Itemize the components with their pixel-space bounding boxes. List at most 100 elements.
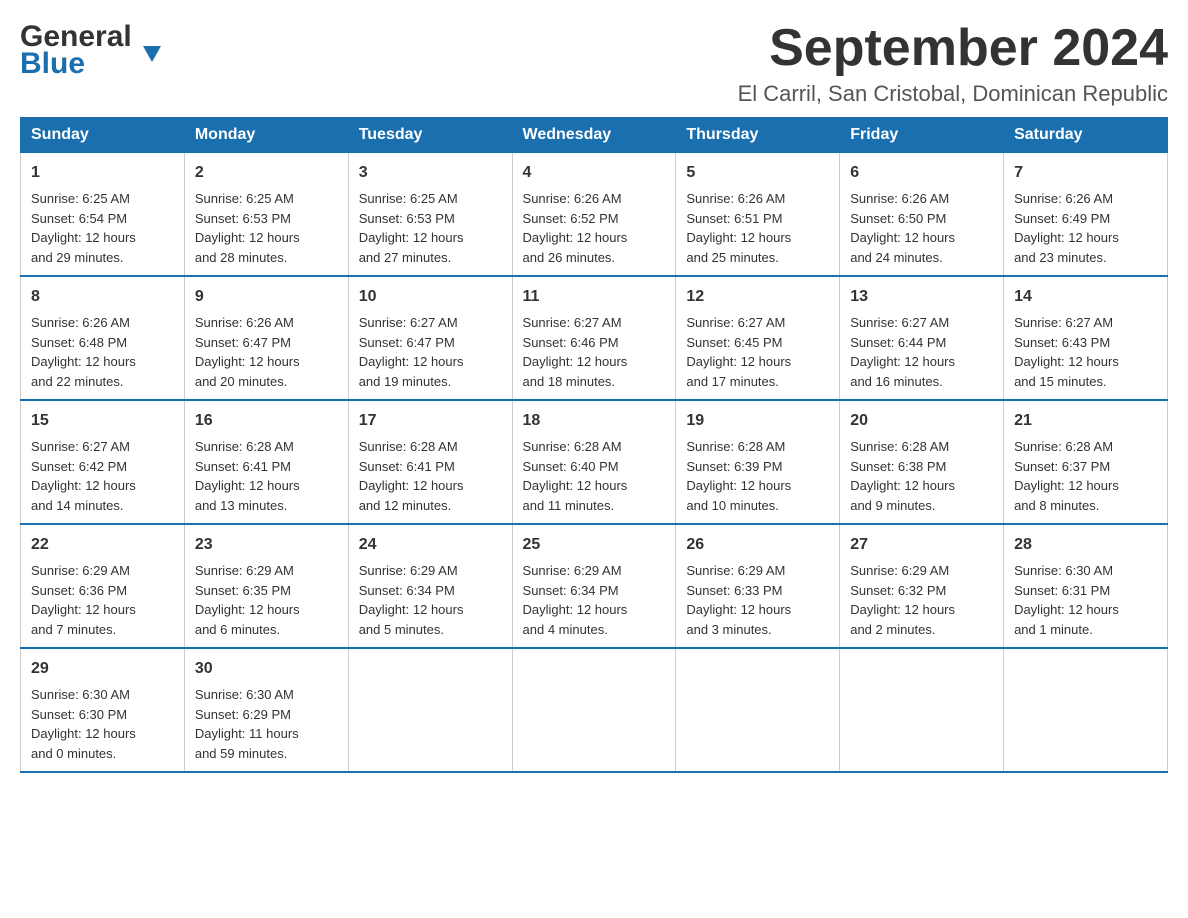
calendar-cell: 5 Sunrise: 6:26 AMSunset: 6:51 PMDayligh… [676,153,840,277]
day-number: 1 [31,161,174,185]
day-number: 20 [850,409,993,433]
week-row-5: 29 Sunrise: 6:30 AMSunset: 6:30 PMDaylig… [21,648,1168,772]
day-info: Sunrise: 6:30 AMSunset: 6:29 PMDaylight:… [195,687,299,761]
calendar-cell: 23 Sunrise: 6:29 AMSunset: 6:35 PMDaylig… [184,524,348,648]
day-number: 14 [1014,285,1157,309]
calendar-cell: 6 Sunrise: 6:26 AMSunset: 6:50 PMDayligh… [840,153,1004,277]
day-info: Sunrise: 6:26 AMSunset: 6:50 PMDaylight:… [850,191,955,265]
calendar-cell [512,648,676,772]
calendar-cell: 13 Sunrise: 6:27 AMSunset: 6:44 PMDaylig… [840,276,1004,400]
header-wednesday: Wednesday [512,118,676,153]
day-number: 8 [31,285,174,309]
day-number: 13 [850,285,993,309]
day-number: 26 [686,533,829,557]
day-info: Sunrise: 6:26 AMSunset: 6:48 PMDaylight:… [31,315,136,389]
calendar-cell: 20 Sunrise: 6:28 AMSunset: 6:38 PMDaylig… [840,400,1004,524]
day-number: 6 [850,161,993,185]
calendar-cell: 27 Sunrise: 6:29 AMSunset: 6:32 PMDaylig… [840,524,1004,648]
day-number: 7 [1014,161,1157,185]
day-info: Sunrise: 6:27 AMSunset: 6:44 PMDaylight:… [850,315,955,389]
day-number: 24 [359,533,502,557]
day-number: 28 [1014,533,1157,557]
day-info: Sunrise: 6:29 AMSunset: 6:33 PMDaylight:… [686,563,791,637]
calendar-cell: 25 Sunrise: 6:29 AMSunset: 6:34 PMDaylig… [512,524,676,648]
day-number: 30 [195,657,338,681]
day-number: 3 [359,161,502,185]
calendar-cell: 14 Sunrise: 6:27 AMSunset: 6:43 PMDaylig… [1004,276,1168,400]
calendar-cell: 8 Sunrise: 6:26 AMSunset: 6:48 PMDayligh… [21,276,185,400]
day-info: Sunrise: 6:29 AMSunset: 6:34 PMDaylight:… [523,563,628,637]
day-number: 10 [359,285,502,309]
header-friday: Friday [840,118,1004,153]
day-info: Sunrise: 6:26 AMSunset: 6:47 PMDaylight:… [195,315,300,389]
day-info: Sunrise: 6:29 AMSunset: 6:34 PMDaylight:… [359,563,464,637]
calendar-cell: 12 Sunrise: 6:27 AMSunset: 6:45 PMDaylig… [676,276,840,400]
day-number: 2 [195,161,338,185]
day-info: Sunrise: 6:26 AMSunset: 6:52 PMDaylight:… [523,191,628,265]
day-number: 15 [31,409,174,433]
day-info: Sunrise: 6:28 AMSunset: 6:41 PMDaylight:… [359,439,464,513]
month-title: September 2024 [738,20,1168,77]
day-number: 11 [523,285,666,309]
day-number: 27 [850,533,993,557]
day-number: 25 [523,533,666,557]
day-info: Sunrise: 6:27 AMSunset: 6:47 PMDaylight:… [359,315,464,389]
day-info: Sunrise: 6:27 AMSunset: 6:43 PMDaylight:… [1014,315,1119,389]
day-number: 5 [686,161,829,185]
day-info: Sunrise: 6:28 AMSunset: 6:39 PMDaylight:… [686,439,791,513]
day-info: Sunrise: 6:25 AMSunset: 6:53 PMDaylight:… [195,191,300,265]
day-info: Sunrise: 6:26 AMSunset: 6:49 PMDaylight:… [1014,191,1119,265]
day-info: Sunrise: 6:28 AMSunset: 6:41 PMDaylight:… [195,439,300,513]
day-number: 17 [359,409,502,433]
calendar-cell: 30 Sunrise: 6:30 AMSunset: 6:29 PMDaylig… [184,648,348,772]
calendar-cell: 7 Sunrise: 6:26 AMSunset: 6:49 PMDayligh… [1004,153,1168,277]
calendar-cell: 18 Sunrise: 6:28 AMSunset: 6:40 PMDaylig… [512,400,676,524]
day-info: Sunrise: 6:29 AMSunset: 6:35 PMDaylight:… [195,563,300,637]
calendar-cell: 2 Sunrise: 6:25 AMSunset: 6:53 PMDayligh… [184,153,348,277]
header-saturday: Saturday [1004,118,1168,153]
week-row-3: 15 Sunrise: 6:27 AMSunset: 6:42 PMDaylig… [21,400,1168,524]
calendar-cell: 29 Sunrise: 6:30 AMSunset: 6:30 PMDaylig… [21,648,185,772]
calendar-cell: 17 Sunrise: 6:28 AMSunset: 6:41 PMDaylig… [348,400,512,524]
location-title: El Carril, San Cristobal, Dominican Repu… [738,81,1168,107]
week-row-4: 22 Sunrise: 6:29 AMSunset: 6:36 PMDaylig… [21,524,1168,648]
day-info: Sunrise: 6:27 AMSunset: 6:46 PMDaylight:… [523,315,628,389]
week-row-2: 8 Sunrise: 6:26 AMSunset: 6:48 PMDayligh… [21,276,1168,400]
day-number: 21 [1014,409,1157,433]
day-number: 4 [523,161,666,185]
day-info: Sunrise: 6:30 AMSunset: 6:30 PMDaylight:… [31,687,136,761]
day-number: 22 [31,533,174,557]
day-number: 12 [686,285,829,309]
calendar-cell: 9 Sunrise: 6:26 AMSunset: 6:47 PMDayligh… [184,276,348,400]
day-number: 29 [31,657,174,681]
logo-triangle-icon [143,46,161,64]
calendar-cell [676,648,840,772]
calendar-cell: 10 Sunrise: 6:27 AMSunset: 6:47 PMDaylig… [348,276,512,400]
logo-blue: Blue [20,49,85,79]
calendar-header-row: Sunday Monday Tuesday Wednesday Thursday… [21,118,1168,153]
calendar-cell: 26 Sunrise: 6:29 AMSunset: 6:33 PMDaylig… [676,524,840,648]
calendar-cell [840,648,1004,772]
calendar-cell: 24 Sunrise: 6:29 AMSunset: 6:34 PMDaylig… [348,524,512,648]
calendar-table: Sunday Monday Tuesday Wednesday Thursday… [20,117,1168,773]
logo: General Blue [20,20,143,79]
day-info: Sunrise: 6:28 AMSunset: 6:40 PMDaylight:… [523,439,628,513]
calendar-cell: 21 Sunrise: 6:28 AMSunset: 6:37 PMDaylig… [1004,400,1168,524]
day-info: Sunrise: 6:25 AMSunset: 6:54 PMDaylight:… [31,191,136,265]
day-number: 18 [523,409,666,433]
day-info: Sunrise: 6:26 AMSunset: 6:51 PMDaylight:… [686,191,791,265]
title-area: September 2024 El Carril, San Cristobal,… [738,20,1168,107]
calendar-cell: 3 Sunrise: 6:25 AMSunset: 6:53 PMDayligh… [348,153,512,277]
day-number: 16 [195,409,338,433]
day-number: 19 [686,409,829,433]
day-info: Sunrise: 6:28 AMSunset: 6:37 PMDaylight:… [1014,439,1119,513]
day-info: Sunrise: 6:29 AMSunset: 6:36 PMDaylight:… [31,563,136,637]
day-info: Sunrise: 6:27 AMSunset: 6:42 PMDaylight:… [31,439,136,513]
header-monday: Monday [184,118,348,153]
page-header: General Blue September 2024 El Carril, S… [20,20,1168,107]
calendar-cell: 19 Sunrise: 6:28 AMSunset: 6:39 PMDaylig… [676,400,840,524]
calendar-cell: 4 Sunrise: 6:26 AMSunset: 6:52 PMDayligh… [512,153,676,277]
calendar-cell: 11 Sunrise: 6:27 AMSunset: 6:46 PMDaylig… [512,276,676,400]
calendar-cell: 28 Sunrise: 6:30 AMSunset: 6:31 PMDaylig… [1004,524,1168,648]
day-info: Sunrise: 6:25 AMSunset: 6:53 PMDaylight:… [359,191,464,265]
